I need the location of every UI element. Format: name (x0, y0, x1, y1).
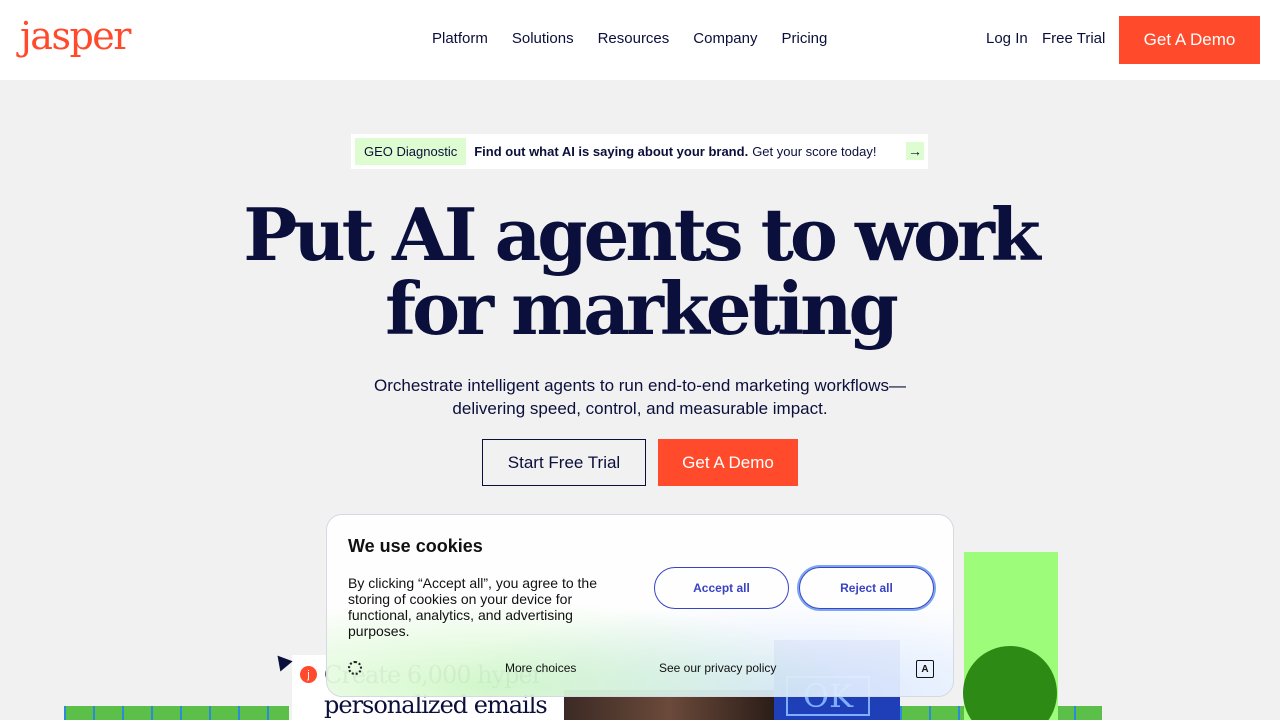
nav-pricing[interactable]: Pricing (781, 30, 827, 47)
nav-resources[interactable]: Resources (598, 30, 670, 47)
cookie-consent-modal: We use cookies By clicking “Accept all”,… (326, 514, 954, 697)
cursor-icon (271, 650, 293, 672)
banner-tag: GEO Diagnostic (355, 138, 467, 165)
main-nav: Platform Solutions Resources Company Pri… (432, 30, 827, 47)
hero-subtitle-line-1: Orchestrate intelligent agents to run en… (374, 376, 906, 395)
free-trial-link[interactable]: Free Trial (1042, 30, 1105, 47)
hero-title-line-2: for marketing (385, 266, 899, 351)
accept-all-button[interactable]: Accept all (654, 567, 789, 609)
cookie-title: We use cookies (348, 536, 483, 556)
nav-solutions[interactable]: Solutions (512, 30, 574, 47)
login-link[interactable]: Log In (986, 30, 1028, 47)
arrow-right-icon[interactable]: → (906, 142, 924, 160)
cookie-settings-icon[interactable] (348, 661, 362, 675)
hero-title-line-1: Put AI agents to work (243, 192, 1041, 277)
jasper-logo[interactable]: jasper (20, 14, 131, 58)
site-header: jasper Platform Solutions Resources Comp… (0, 0, 1280, 80)
decorative-grid-left (64, 706, 289, 720)
language-icon[interactable]: A (916, 660, 934, 678)
hero-get-demo-button[interactable]: Get A Demo (658, 439, 798, 486)
more-choices-link[interactable]: More choices (505, 661, 576, 675)
banner-text: Get your score today! (752, 144, 877, 159)
reject-all-button[interactable]: Reject all (799, 567, 934, 609)
hero-title: Put AI agents to work for marketing (0, 198, 1280, 346)
announcement-banner[interactable]: GEO Diagnostic Find out what AI is sayin… (351, 134, 928, 169)
hero-subtitle: Orchestrate intelligent agents to run en… (340, 374, 940, 420)
nav-platform[interactable]: Platform (432, 30, 488, 47)
cookie-body: By clicking “Accept all”, you agree to t… (348, 575, 598, 639)
hero-subtitle-line-2: delivering speed, control, and measurabl… (452, 399, 828, 418)
privacy-policy-link[interactable]: See our privacy policy (659, 661, 776, 675)
banner-headline: Find out what AI is saying about your br… (474, 144, 749, 159)
start-free-trial-button[interactable]: Start Free Trial (482, 439, 646, 486)
jasper-badge-icon: j (300, 666, 317, 683)
nav-company[interactable]: Company (693, 30, 757, 47)
get-demo-button[interactable]: Get A Demo (1119, 16, 1260, 64)
